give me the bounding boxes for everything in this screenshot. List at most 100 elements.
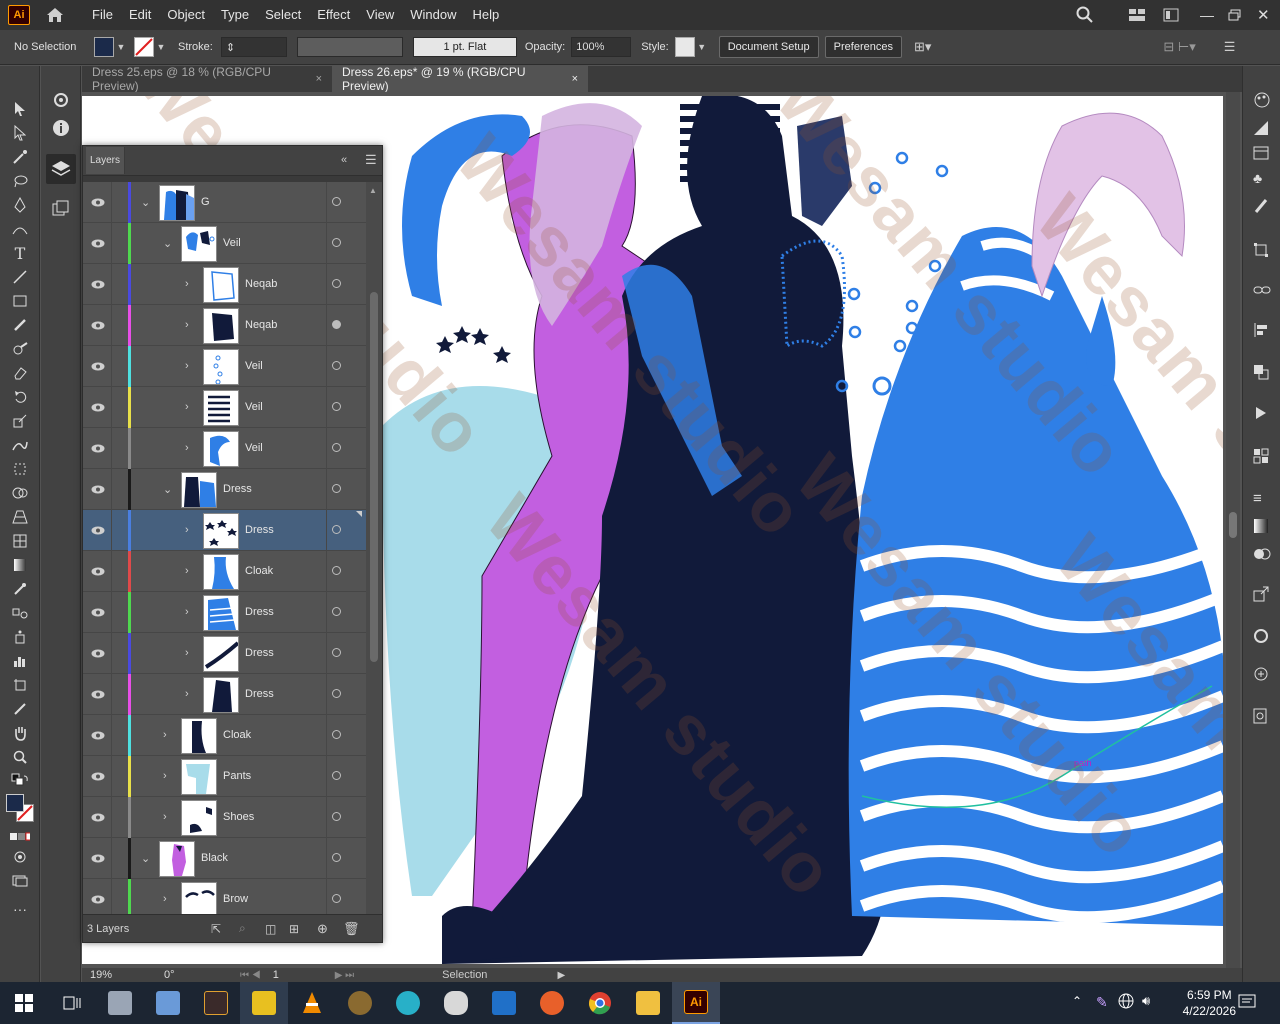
- align-icon[interactable]: ⊟ ⊢▾: [1163, 39, 1195, 55]
- panel-menu-icon[interactable]: ☰: [365, 152, 377, 168]
- volume-icon[interactable]: 🔊︎: [1142, 993, 1150, 1009]
- layer-name[interactable]: Veil: [245, 442, 263, 454]
- scroll-thumb[interactable]: [1229, 512, 1237, 538]
- stroke-swatch[interactable]: [134, 37, 154, 57]
- layer-name[interactable]: Veil: [223, 237, 241, 249]
- chevron-down-icon[interactable]: ⌄: [163, 237, 172, 250]
- menu-edit[interactable]: Edit: [121, 0, 159, 30]
- chevron-down-icon[interactable]: ▼: [114, 42, 128, 52]
- warp-tool-icon[interactable]: [10, 436, 30, 454]
- chevron-down-icon[interactable]: ▼: [695, 42, 709, 52]
- layer-name[interactable]: Dress: [245, 524, 274, 536]
- mesh-tool-icon[interactable]: [10, 532, 30, 550]
- firefox-app-icon[interactable]: [528, 982, 576, 1024]
- visibility-eye-icon[interactable]: [91, 483, 105, 494]
- network-icon[interactable]: [1118, 993, 1134, 1012]
- curvature-tool-icon[interactable]: [10, 220, 30, 238]
- shape-builder-tool-icon[interactable]: [10, 484, 30, 502]
- home-icon[interactable]: [44, 5, 66, 25]
- minimize-icon[interactable]: —: [1200, 0, 1214, 30]
- chevron-right-icon[interactable]: ›: [163, 893, 167, 905]
- symbol-sprayer-tool-icon[interactable]: [10, 628, 30, 646]
- appearance-icon[interactable]: [1253, 628, 1271, 644]
- pathfinder-icon[interactable]: [1253, 364, 1271, 380]
- next-artboard-icon[interactable]: ▶ ⏭: [335, 970, 354, 981]
- restore-icon[interactable]: [1228, 0, 1242, 30]
- chevron-right-icon[interactable]: ›: [185, 278, 189, 290]
- magic-wand-tool-icon[interactable]: [10, 148, 30, 166]
- layer-row[interactable]: › Pants: [83, 756, 366, 797]
- variable-width-profile[interactable]: [296, 37, 403, 57]
- bandicam-app-icon[interactable]: [240, 982, 288, 1024]
- first-artboard-icon[interactable]: ⏮ ◀: [240, 970, 261, 981]
- chevron-down-icon[interactable]: ⌄: [163, 483, 172, 496]
- layer-row[interactable]: › Shoes: [83, 797, 366, 838]
- layer-row[interactable]: ⌄ Dress: [83, 469, 366, 510]
- target-circle-icon[interactable]: [332, 484, 341, 493]
- file-explorer-icon[interactable]: [624, 982, 672, 1024]
- properties-icon[interactable]: [52, 91, 70, 112]
- hand-tool-icon[interactable]: [10, 724, 30, 742]
- layer-row[interactable]: › Veil: [83, 387, 366, 428]
- layer-name[interactable]: Brow: [223, 893, 248, 905]
- target-circle-icon[interactable]: [332, 361, 341, 370]
- opacity-field[interactable]: 100%: [571, 37, 632, 57]
- screen-mode-icon[interactable]: [10, 872, 30, 890]
- visibility-eye-icon[interactable]: [91, 360, 105, 371]
- studio-app-icon[interactable]: [192, 982, 240, 1024]
- locate-object-icon[interactable]: ⌕: [239, 921, 246, 936]
- layer-name[interactable]: Dress: [245, 606, 274, 618]
- arrange-documents-icon[interactable]: [1128, 0, 1146, 30]
- graphic-styles-icon[interactable]: [1253, 448, 1271, 464]
- preferences-button[interactable]: Preferences: [824, 36, 902, 58]
- paintbrush-tool-icon[interactable]: [10, 316, 30, 334]
- chevron-right-icon[interactable]: ›: [163, 811, 167, 823]
- pen-tray-icon[interactable]: ✎: [1096, 994, 1108, 1011]
- close-tab-icon[interactable]: ×: [572, 73, 578, 85]
- menu-view[interactable]: View: [358, 0, 402, 30]
- chevron-right-icon[interactable]: ›: [163, 770, 167, 782]
- layer-row[interactable]: ⌄ Veil: [83, 223, 366, 264]
- chevron-right-icon[interactable]: ›: [185, 565, 189, 577]
- layer-row[interactable]: › Neqab: [83, 264, 366, 305]
- visibility-eye-icon[interactable]: [91, 401, 105, 412]
- visibility-eye-icon[interactable]: [91, 770, 105, 781]
- layers-scrollbar[interactable]: ▲: [366, 182, 382, 916]
- document-setup-button[interactable]: Document Setup: [718, 36, 819, 58]
- layer-name[interactable]: Cloak: [223, 729, 251, 741]
- slice-tool-icon[interactable]: [10, 700, 30, 718]
- visibility-eye-icon[interactable]: [91, 688, 105, 699]
- chevron-right-icon[interactable]: ›: [185, 401, 189, 413]
- target-circle-icon[interactable]: [332, 607, 341, 616]
- chevron-right-icon[interactable]: ›: [185, 606, 189, 618]
- target-circle-icon[interactable]: [332, 402, 341, 411]
- layer-name[interactable]: Dress: [245, 647, 274, 659]
- chevron-right-icon[interactable]: ›: [185, 319, 189, 331]
- menu-help[interactable]: Help: [464, 0, 507, 30]
- gradient-panel-icon[interactable]: [1253, 518, 1271, 534]
- layer-row[interactable]: › Cloak: [83, 715, 366, 756]
- layers-tab[interactable]: Layers: [86, 147, 126, 174]
- collect-for-export-icon[interactable]: ⇱: [211, 922, 221, 936]
- visibility-eye-icon[interactable]: [91, 278, 105, 289]
- target-circle-icon[interactable]: [332, 566, 341, 575]
- info-icon[interactable]: [52, 119, 70, 140]
- transform-icon[interactable]: [1253, 242, 1271, 258]
- windows-start-icon[interactable]: [0, 982, 48, 1024]
- zoom-tool-icon[interactable]: [10, 748, 30, 766]
- workspace-icon[interactable]: [1163, 0, 1179, 30]
- visibility-eye-icon[interactable]: [91, 811, 105, 822]
- perspective-grid-tool-icon[interactable]: [10, 508, 30, 526]
- arrange-icon[interactable]: ⊞▾: [914, 39, 931, 55]
- target-circle-icon[interactable]: [332, 320, 341, 329]
- target-circle-icon[interactable]: [332, 197, 341, 206]
- gimp-app-icon[interactable]: [336, 982, 384, 1024]
- draw-mode-icon[interactable]: [10, 848, 30, 866]
- color-mode-icons[interactable]: [10, 828, 30, 846]
- layer-name[interactable]: G: [201, 196, 210, 208]
- search-icon[interactable]: [1076, 0, 1094, 30]
- chevron-down-icon[interactable]: ⌄: [141, 852, 150, 865]
- vertical-scrollbar[interactable]: [1226, 92, 1240, 968]
- layer-name[interactable]: Neqab: [245, 319, 277, 331]
- chevron-down-icon[interactable]: ▼: [154, 42, 168, 52]
